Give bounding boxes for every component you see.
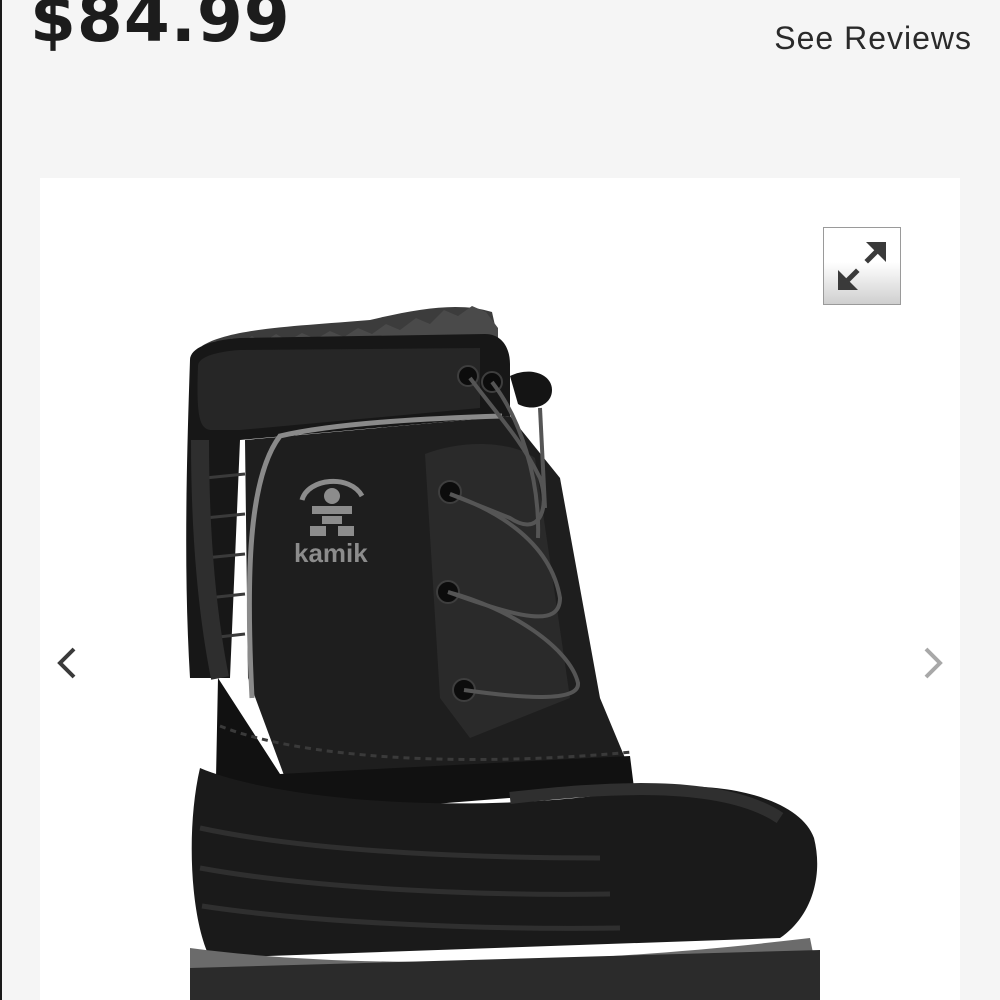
expand-arrows-icon bbox=[838, 242, 886, 290]
previous-image-button[interactable] bbox=[50, 643, 86, 683]
product-image: kamik bbox=[186, 306, 820, 1000]
product-page: $84.99 See Reviews kamik bbox=[0, 0, 1000, 1000]
next-image-button[interactable] bbox=[914, 643, 950, 683]
left-edge-divider bbox=[0, 0, 2, 1000]
product-image-gallery: kamik bbox=[40, 178, 960, 1000]
see-reviews-link[interactable]: See Reviews bbox=[774, 22, 972, 54]
svg-text:kamik: kamik bbox=[294, 538, 368, 568]
chevron-right-icon bbox=[924, 647, 943, 679]
expand-image-button[interactable] bbox=[823, 227, 901, 305]
product-price: $84.99 bbox=[30, 0, 291, 57]
chevron-left-icon bbox=[57, 647, 76, 679]
